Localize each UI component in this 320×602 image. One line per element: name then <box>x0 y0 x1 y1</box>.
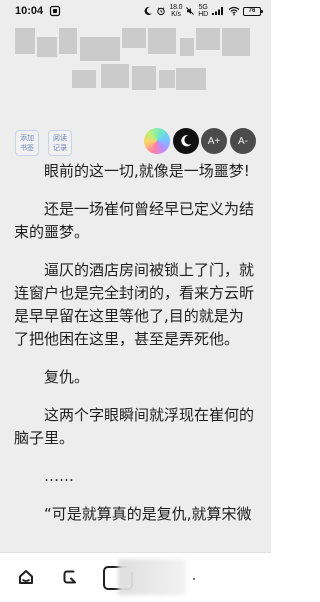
add-bookmark-button[interactable]: 添加 书签 <box>15 130 39 156</box>
status-time: 10:04 <box>15 5 44 17</box>
battery-level: 76 <box>248 8 256 14</box>
font-increase-button[interactable]: A+ <box>201 128 227 154</box>
paragraph: 这两个字眼瞬间就浮现在崔何的脑子里。 <box>14 406 255 447</box>
add-bookmark-label-top: 添加 <box>20 134 34 142</box>
reader-toolbar: 添加 书签 阅读 记录 A+ A- <box>0 126 271 158</box>
reading-record-label-bottom: 记录 <box>53 144 67 152</box>
font-increase-label: A+ <box>207 135 221 147</box>
blur-block <box>159 70 175 88</box>
reading-content: 眼前的这一切,就像是一场噩梦! 还是一场崔何曾经早已定义为结束的噩梦。 逼仄的酒… <box>14 160 257 550</box>
mute-icon <box>186 7 195 15</box>
signal-icon <box>212 7 223 15</box>
network-speed: 18.0 K/s <box>169 4 182 18</box>
network-type: 5G HD <box>198 4 208 18</box>
network-type-top: 5G <box>198 4 208 11</box>
battery-icon: 76 <box>243 6 263 16</box>
reader-screen: 10:04 18.0 K/s 5G HD 76 添加 书签 阅读 记录 A+ A… <box>0 0 271 602</box>
wifi-icon <box>228 6 240 16</box>
network-type-bottom: HD <box>198 11 208 18</box>
blur-block <box>196 28 220 50</box>
network-speed-unit: K/s <box>171 11 181 18</box>
back-icon <box>63 570 76 584</box>
color-theme-button[interactable] <box>144 128 170 154</box>
color-theme-icon <box>144 128 170 154</box>
bottom-navigation <box>0 552 271 602</box>
add-bookmark-label-bottom: 书签 <box>20 144 34 152</box>
night-mode-icon <box>181 135 192 147</box>
home-icon <box>19 570 33 584</box>
back-button[interactable] <box>58 565 82 589</box>
page-indicator-dot <box>193 578 195 580</box>
home-button[interactable] <box>14 565 38 589</box>
alarm-icon <box>157 7 166 16</box>
blur-block <box>148 28 176 54</box>
blur-block <box>122 28 146 48</box>
paragraph: 眼前的这一切,就像是一场噩梦! <box>44 162 250 180</box>
blur-block <box>132 66 156 90</box>
font-decrease-button[interactable]: A- <box>230 128 256 154</box>
status-right: 18.0 K/s 5G HD 76 <box>143 4 263 18</box>
blur-block <box>37 37 57 57</box>
blur-block <box>59 28 77 54</box>
paragraph: “可是就算真的是复仇,就算宋微 <box>44 505 252 523</box>
status-left: 10:04 <box>15 5 61 17</box>
paragraph: 逼仄的酒店房间被锁上了门，就连窗户也是完全封闭的，看来方云昕是早早留在这里等他了… <box>14 261 255 348</box>
paragraph: …… <box>44 467 74 485</box>
blur-block <box>72 70 96 88</box>
app-square-icon <box>50 5 61 17</box>
blur-block <box>15 28 35 54</box>
status-bar: 10:04 18.0 K/s 5G HD 76 <box>0 0 271 22</box>
night-mode-button[interactable] <box>173 128 199 154</box>
reading-record-label-top: 阅读 <box>53 134 67 142</box>
dnd-moon-icon <box>145 6 153 15</box>
font-decrease-label: A- <box>238 135 248 147</box>
blurred-page-preview <box>118 559 186 595</box>
blur-block <box>180 38 194 56</box>
network-speed-value: 18.0 <box>169 4 183 11</box>
reading-record-button[interactable]: 阅读 记录 <box>48 130 72 156</box>
paragraph: 还是一场崔何曾经早已定义为结束的噩梦。 <box>14 200 255 241</box>
paragraph: 复仇。 <box>44 368 90 386</box>
blur-block <box>222 28 250 56</box>
blur-block <box>176 68 206 90</box>
blurred-header <box>0 28 271 116</box>
blur-block <box>80 37 120 61</box>
blur-block <box>101 64 129 88</box>
